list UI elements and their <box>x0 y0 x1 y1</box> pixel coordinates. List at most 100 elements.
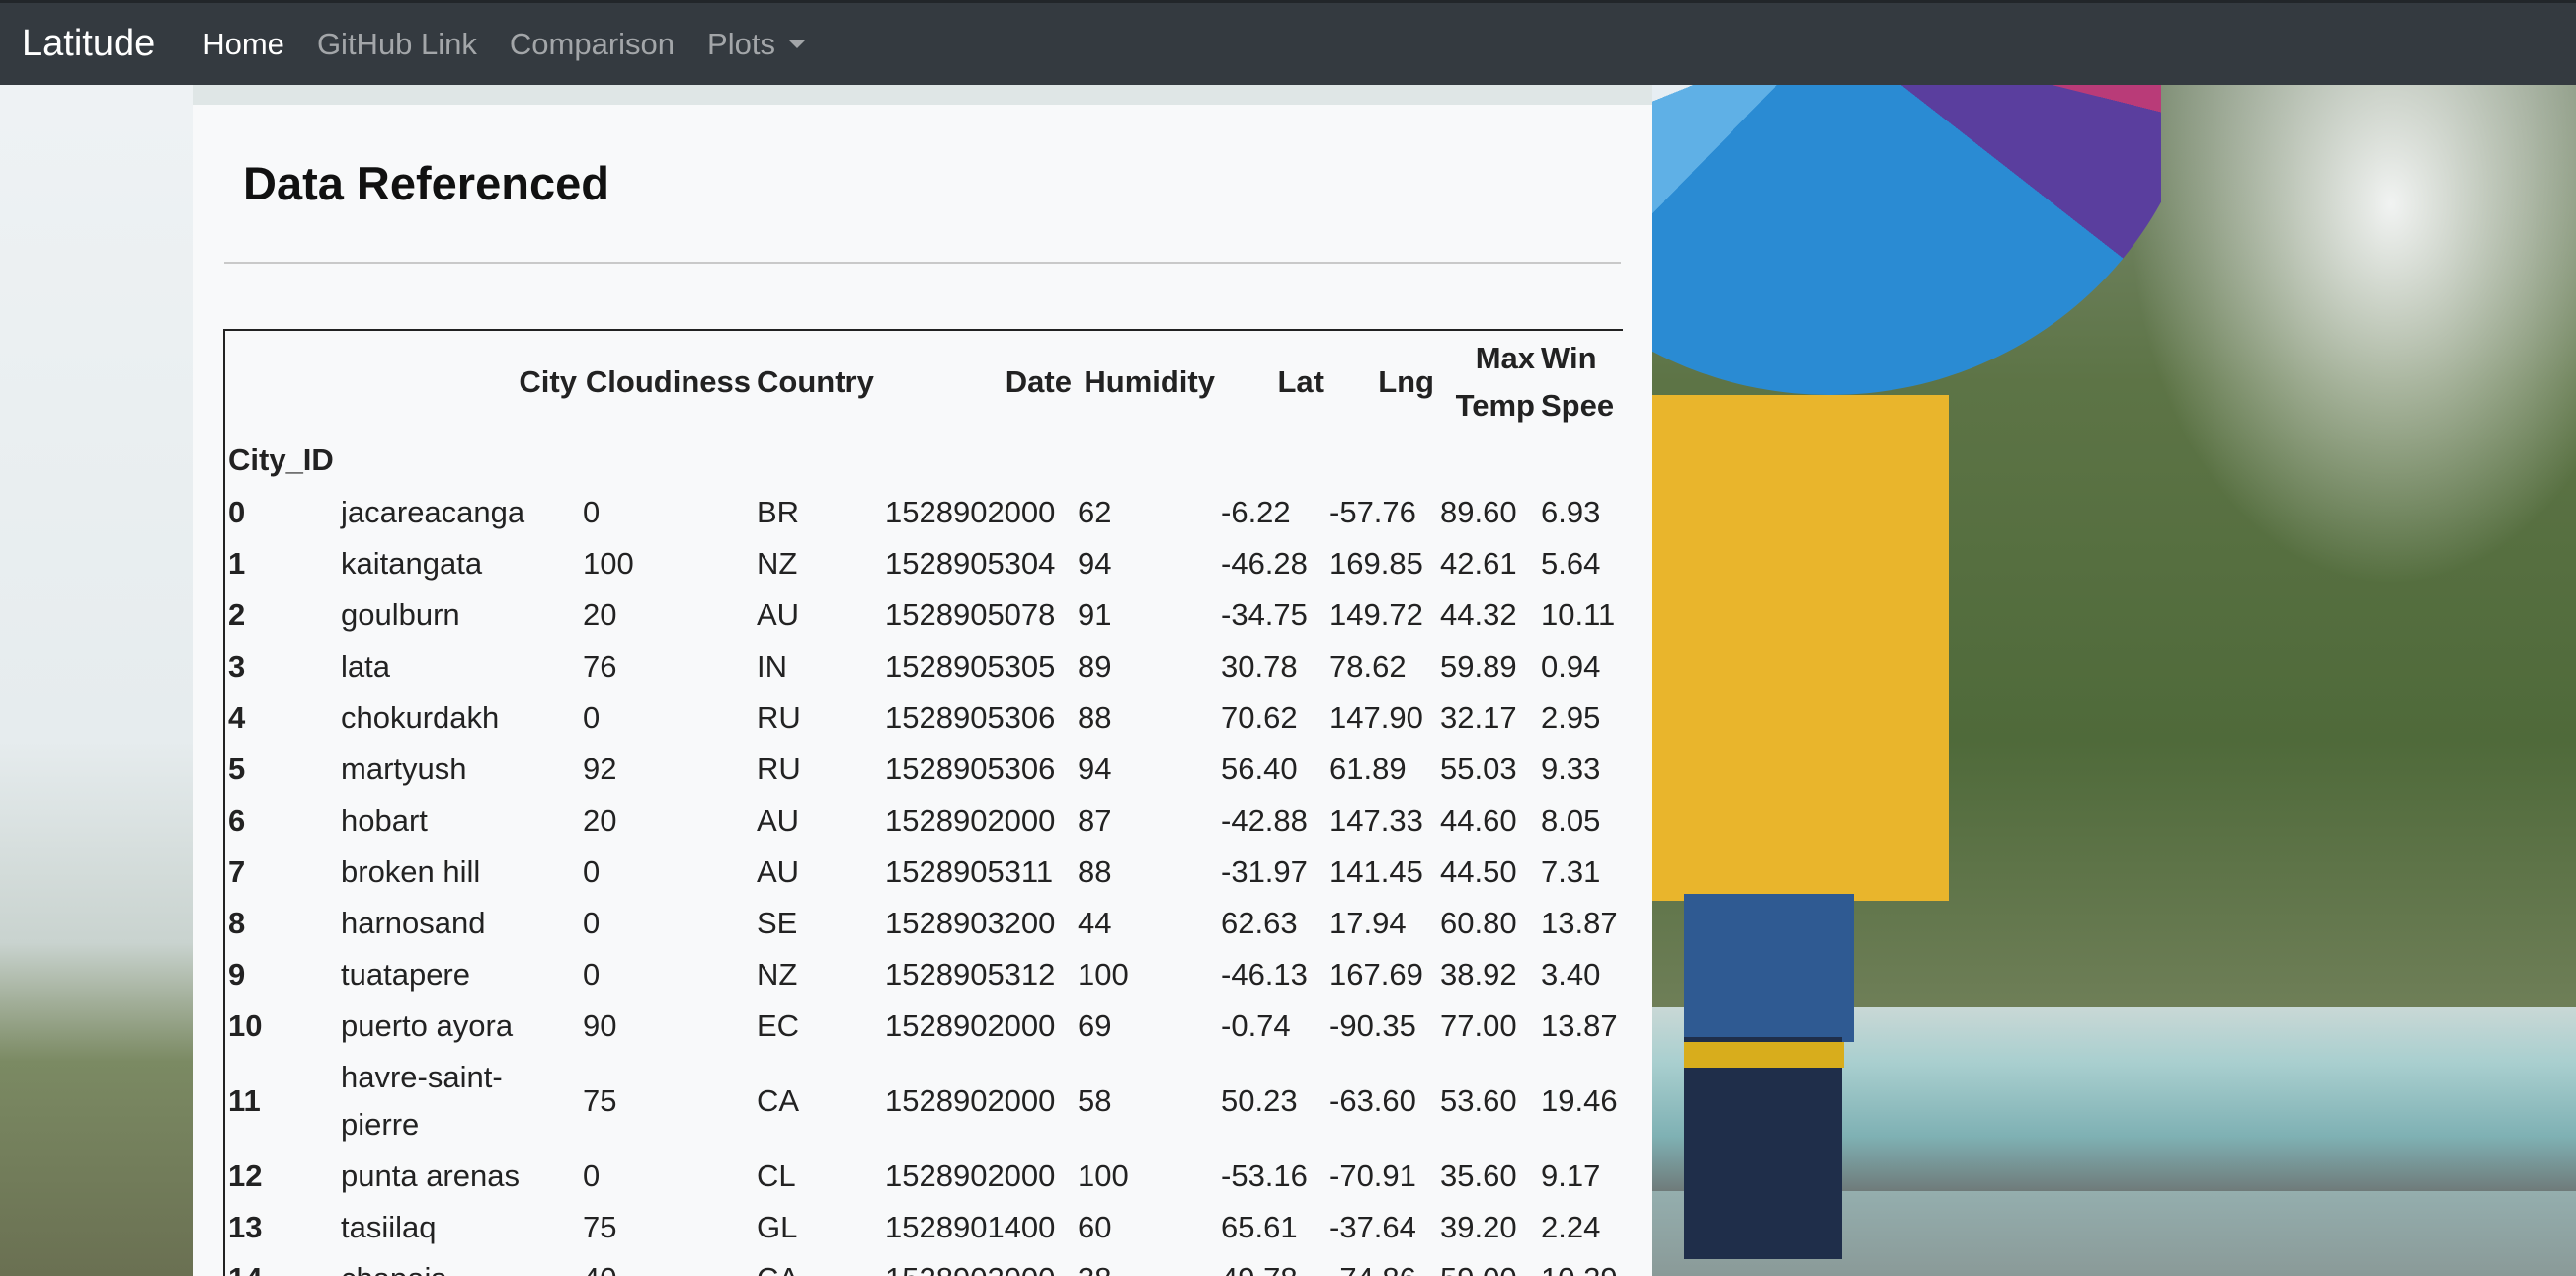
cell-humidity: 89 <box>1078 649 1112 683</box>
header-lat: Lat <box>1277 364 1325 399</box>
cell-country: RU <box>757 700 801 735</box>
cell-city: havre-saint-pierre <box>341 1060 503 1142</box>
cell-lat: -46.28 <box>1221 546 1308 581</box>
cell-city: tasiilaq <box>341 1210 437 1244</box>
cell-wind-speed: 13.87 <box>1541 1008 1618 1043</box>
cell-date: 1528903200 <box>885 906 1056 940</box>
cell-city: jacareacanga <box>341 495 525 529</box>
cell-country: SE <box>757 906 798 940</box>
cell-date: 1528902000 <box>885 1008 1056 1043</box>
table-row: 9 tuatapere 0 NZ 1528905312 100 -46.13 167.69 38… <box>225 949 1623 1000</box>
cell-date: 1528905078 <box>885 598 1056 632</box>
cell-date: 1528905306 <box>885 700 1056 735</box>
data-table-container[interactable]: City Cloudiness Country Date Humidity La… <box>223 329 1623 1276</box>
cell-cloudiness: 0 <box>583 906 601 940</box>
cell-lng: 141.45 <box>1329 854 1423 889</box>
cell-city: kaitangata <box>341 546 483 581</box>
cell-humidity: 58 <box>1078 1083 1112 1118</box>
table-row: 7 broken hill 0 AU 1528905311 88 -31.97 141.45 4… <box>225 846 1623 898</box>
cell-humidity: 38 <box>1075 1253 1218 1276</box>
cell-max-temp: 44.60 <box>1440 803 1517 837</box>
cell-index: 2 <box>228 598 246 632</box>
cell-max-temp: 59.00 <box>1437 1253 1538 1276</box>
header-index-name: City_ID <box>228 442 334 477</box>
cell-cloudiness: 0 <box>583 854 601 889</box>
cell-city: martyush <box>341 752 467 786</box>
cell-country: CA <box>757 1083 800 1118</box>
cell-wind-speed: 2.95 <box>1541 700 1601 735</box>
cell-lng: -70.91 <box>1329 1158 1416 1193</box>
cell-index: 10 <box>228 1008 263 1043</box>
cell-lng: -63.60 <box>1329 1083 1416 1118</box>
cell-lat: -34.75 <box>1221 598 1308 632</box>
cell-lng: 17.94 <box>1329 906 1407 940</box>
cell-humidity: 44 <box>1078 906 1112 940</box>
cell-date: 1528905305 <box>885 649 1056 683</box>
cell-cloudiness: 76 <box>583 649 617 683</box>
cell-humidity: 60 <box>1078 1210 1112 1244</box>
nav-link-home[interactable]: Home <box>202 27 284 62</box>
cell-index: 7 <box>228 854 246 889</box>
header-cloudiness: Cloudiness <box>585 364 751 399</box>
cell-wind-speed: 13.87 <box>1541 906 1618 940</box>
nav-dropdown-plots[interactable]: Plots <box>707 27 805 62</box>
cell-city: chokurdakh <box>341 700 500 735</box>
cell-cloudiness: 90 <box>583 1008 617 1043</box>
table-row: 2 goulburn 20 AU 1528905078 91 -34.75 149.72 44.… <box>225 590 1623 641</box>
cell-lat: -31.97 <box>1221 854 1308 889</box>
cell-cloudiness: 0 <box>583 957 601 992</box>
background-left-landscape <box>0 85 193 1276</box>
cell-cloudiness: 0 <box>583 700 601 735</box>
cell-wind-speed: 3.40 <box>1541 957 1601 992</box>
cell-lng: 147.90 <box>1329 700 1423 735</box>
cell-index: 6 <box>228 803 246 837</box>
cell-country: NZ <box>757 957 798 992</box>
cell-country: GL <box>757 1210 798 1244</box>
cell-max-temp: 35.60 <box>1440 1158 1517 1193</box>
cell-country: CA <box>754 1253 882 1276</box>
table-row: 10 puerto ayora 90 EC 1528902000 69 -0.74 -90.3… <box>225 1000 1623 1052</box>
table-index-row: City_ID <box>225 434 1623 487</box>
cell-city: chapais <box>338 1253 580 1276</box>
cell-lat: 70.62 <box>1221 700 1298 735</box>
cell-date: 1528902000 <box>885 803 1056 837</box>
cell-max-temp: 89.60 <box>1440 495 1517 529</box>
cell-wind-speed: 10.29 <box>1538 1253 1623 1276</box>
cell-humidity: 88 <box>1078 700 1112 735</box>
cell-date: 1528905311 <box>885 854 1054 889</box>
table-row: 11 havre-saint-pierre 75 CA 1528902000 58 50.2… <box>225 1052 1623 1151</box>
cell-wind-speed: 7.31 <box>1541 854 1601 889</box>
nav-link-github[interactable]: GitHub Link <box>317 27 477 62</box>
cell-humidity: 87 <box>1078 803 1112 837</box>
navbar-brand[interactable]: Latitude <box>22 23 155 65</box>
cell-date: 1528905306 <box>885 752 1056 786</box>
divider <box>224 262 1621 264</box>
cell-city: puerto ayora <box>341 1008 514 1043</box>
cell-wind-speed: 0.94 <box>1541 649 1601 683</box>
cell-max-temp: 55.03 <box>1440 752 1517 786</box>
table-body: 0 jacareacanga 0 BR 1528902000 62 -6.22 -57.76 8… <box>225 487 1623 1276</box>
cell-lat: 65.61 <box>1221 1210 1298 1244</box>
cell-humidity: 100 <box>1078 957 1129 992</box>
cell-country: IN <box>757 649 787 683</box>
cell-index: 5 <box>228 752 246 786</box>
cell-country: EC <box>757 1008 800 1043</box>
cell-max-temp: 53.60 <box>1440 1083 1517 1118</box>
header-wind-speed: Win Spee <box>1541 341 1615 423</box>
cell-lng: -74.86 <box>1327 1253 1437 1276</box>
cell-city: lata <box>341 649 390 683</box>
caret-down-icon <box>788 40 805 48</box>
header-city: City <box>519 364 577 399</box>
cell-lat: -46.13 <box>1221 957 1308 992</box>
cell-max-temp: 77.00 <box>1440 1008 1517 1043</box>
data-table: City Cloudiness Country Date Humidity La… <box>225 331 1623 1276</box>
jeans <box>1684 894 1854 1042</box>
cell-city: hobart <box>341 803 428 837</box>
cell-lat: 30.78 <box>1221 649 1298 683</box>
cell-max-temp: 39.20 <box>1440 1210 1517 1244</box>
content-card: Data Referenced City Cloudiness Country … <box>193 105 1652 1276</box>
table-row: 0 jacareacanga 0 BR 1528902000 62 -6.22 -57.76 8… <box>225 487 1623 538</box>
nav-link-comparison[interactable]: Comparison <box>510 27 675 62</box>
cell-index: 9 <box>228 957 246 992</box>
table-row: 4 chokurdakh 0 RU 1528905306 88 70.62 147.90 32.… <box>225 692 1623 744</box>
